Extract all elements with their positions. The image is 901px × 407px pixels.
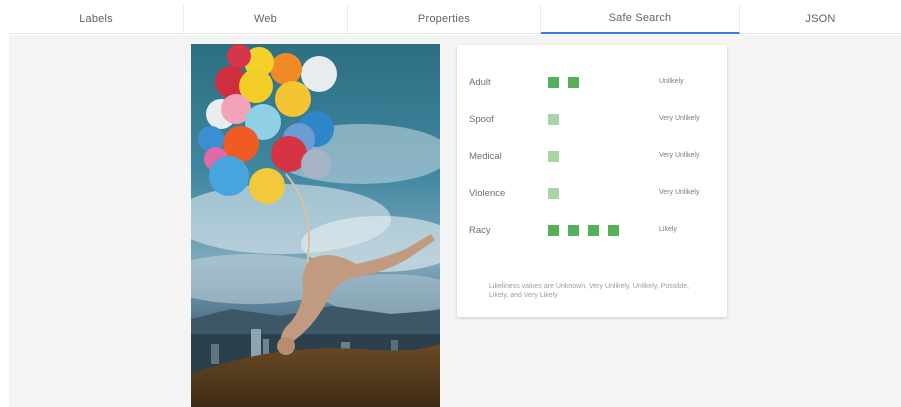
likelihood-value: Unlikely (659, 78, 684, 85)
likelihood-bars (548, 77, 579, 88)
category-label: Spoof (469, 114, 494, 125)
likelihood-bar (548, 77, 559, 88)
category-label: Medical (469, 151, 502, 162)
row-racy: Racy Likely (469, 223, 719, 239)
likelihood-bars (548, 188, 559, 199)
category-label: Racy (469, 225, 491, 236)
tab-properties[interactable]: Properties (348, 4, 541, 34)
likelihood-value: Likely (659, 226, 677, 233)
likelihood-value: Very Unlikely (659, 152, 700, 159)
category-label: Adult (469, 77, 491, 88)
likelihood-value: Very Unlikely (659, 115, 700, 122)
tab-labels[interactable]: Labels (9, 4, 184, 34)
category-label: Violence (469, 188, 506, 199)
likelihood-bar (568, 77, 579, 88)
likelihood-bar (568, 225, 579, 236)
tab-json[interactable]: JSON (740, 4, 901, 34)
likelihood-value: Very Unlikely (659, 189, 700, 196)
safe-search-card: Adult Unlikely Spoof Very Unlikely Medic… (457, 45, 727, 317)
likelihood-bar (588, 225, 599, 236)
content-area (9, 35, 901, 407)
left-margin (0, 0, 9, 407)
likelihood-bar (548, 225, 559, 236)
row-medical: Medical Very Unlikely (469, 149, 719, 165)
row-adult: Adult Unlikely (469, 75, 719, 91)
likelihood-bars (548, 151, 559, 162)
likelihood-bar (548, 114, 559, 125)
likelihood-bar (548, 188, 559, 199)
likelihood-bars (548, 114, 559, 125)
likelihood-bar (548, 151, 559, 162)
tab-bar: Labels Web Properties Safe Search JSON (9, 4, 901, 34)
tab-safe-search[interactable]: Safe Search (541, 4, 740, 34)
tab-web[interactable]: Web (184, 4, 348, 34)
likelihood-bar (608, 225, 619, 236)
analyzed-image (191, 44, 440, 407)
likelihood-legend-note: Likeliness values are Unknown, Very Unli… (489, 283, 690, 299)
row-violence: Violence Very Unlikely (469, 186, 719, 202)
row-spoof: Spoof Very Unlikely (469, 112, 719, 128)
likelihood-bars (548, 225, 619, 236)
